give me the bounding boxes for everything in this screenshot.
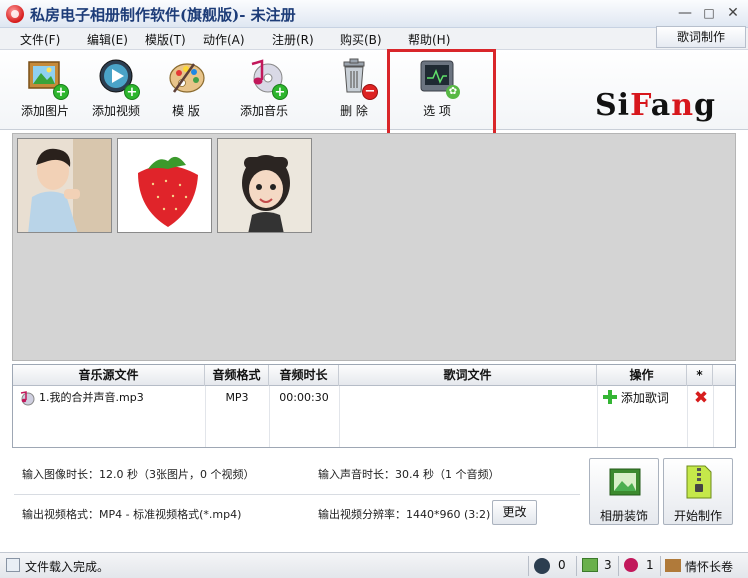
title-bar: 私房电子相册制作软件(旗舰版)- 未注册 — □ ✕ xyxy=(0,0,748,28)
header-action[interactable]: 操作 xyxy=(597,365,687,386)
lyrics-maker-button[interactable]: 歌词制作 xyxy=(656,26,746,48)
menu-help[interactable]: 帮助(H) xyxy=(408,31,450,48)
music-table[interactable]: 音乐源文件 音频格式 音频时长 歌词文件 操作 * 1.我的合并声音.mp3 M… xyxy=(12,364,736,448)
maximize-button[interactable]: □ xyxy=(700,6,718,22)
minus-icon: − xyxy=(362,84,378,100)
album-decorate-button[interactable]: 相册装饰 xyxy=(589,458,659,525)
image-count-icon xyxy=(582,558,598,572)
add-image-button[interactable]: + 添加图片 xyxy=(5,56,85,124)
image-count: 3 xyxy=(604,558,612,572)
status-bar: 文件载入完成。 0 3 1 情怀长卷 xyxy=(0,552,748,578)
options-highlight-box xyxy=(387,49,496,136)
menu-buy[interactable]: 购买(B) xyxy=(340,31,382,48)
plus-icon: + xyxy=(53,84,69,100)
plus-icon xyxy=(603,390,617,404)
template-name: 情怀长卷 xyxy=(685,560,734,574)
menu-edit[interactable]: 编辑(E) xyxy=(87,31,128,48)
add-music-icon: + xyxy=(246,58,288,100)
header-lyrics-file[interactable]: 歌词文件 xyxy=(339,365,597,386)
delete-label: 删 除 xyxy=(340,104,368,118)
close-button[interactable]: ✕ xyxy=(724,6,742,22)
delete-button[interactable]: − 删 除 xyxy=(314,56,394,124)
template-button[interactable]: 模 版 xyxy=(146,56,226,124)
image-duration-info: 输入图像时长：12.0 秒（3张图片，0 个视频） xyxy=(22,468,255,481)
photo-thumbnail[interactable] xyxy=(217,138,312,233)
header-source-file[interactable]: 音乐源文件 xyxy=(13,365,205,386)
menu-bar: 文件(F) 编辑(E) 模版(T) 动作(A) 注册(R) 购买(B) 帮助(H… xyxy=(0,28,748,50)
album-decorate-label: 相册装饰 xyxy=(599,509,648,523)
start-making-label: 开始制作 xyxy=(673,509,722,523)
menu-action[interactable]: 动作(A) xyxy=(203,31,245,48)
video-count-icon xyxy=(534,558,550,574)
header-audio-format[interactable]: 音频格式 xyxy=(205,365,269,386)
sifang-logo: SiFang xyxy=(595,88,716,123)
audio-count-icon xyxy=(624,558,638,572)
music-file-name: 1.我的合并声音.mp3 xyxy=(39,391,144,404)
video-resolution-info: 输出视频分辨率：1440*960 (3:2) xyxy=(318,508,491,521)
audio-count: 1 xyxy=(646,558,654,572)
zip-icon xyxy=(681,464,717,500)
add-video-label: 添加视频 xyxy=(91,104,140,118)
music-table-header: 音乐源文件 音频格式 音频时长 歌词文件 操作 * xyxy=(13,365,735,386)
header-star[interactable]: * xyxy=(687,365,713,386)
add-music-label: 添加音乐 xyxy=(239,104,288,118)
menu-template[interactable]: 模版(T) xyxy=(145,31,186,48)
plus-icon: + xyxy=(272,84,288,100)
photo-area[interactable] xyxy=(12,133,736,361)
menu-register[interactable]: 注册(R) xyxy=(272,31,314,48)
template-label: 模 版 xyxy=(172,104,200,118)
change-resolution-button[interactable]: 更改 xyxy=(492,500,537,525)
status-icon xyxy=(6,558,20,572)
minimize-button[interactable]: — xyxy=(676,6,694,22)
video-count: 0 xyxy=(558,558,566,572)
music-file-icon xyxy=(19,387,37,409)
plus-icon: + xyxy=(124,84,140,100)
music-lyrics xyxy=(339,387,597,409)
video-format-info: 输出视频格式：MP4 - 标准视频格式(*.mp4) xyxy=(22,508,242,521)
start-making-button[interactable]: 开始制作 xyxy=(663,458,733,525)
add-image-icon: + xyxy=(27,58,69,100)
music-duration: 00:00:30 xyxy=(279,391,329,404)
app-icon xyxy=(6,5,24,23)
audio-duration-info: 输入声音时长：30.4 秒（1 个音频） xyxy=(318,468,500,481)
add-video-button[interactable]: + 添加视频 xyxy=(76,56,156,124)
palette-icon xyxy=(168,58,206,96)
delete-row-icon[interactable]: ✖ xyxy=(691,387,711,409)
add-image-label: 添加图片 xyxy=(20,104,69,118)
header-audio-duration[interactable]: 音频时长 xyxy=(269,365,339,386)
photo-thumbnail[interactable] xyxy=(17,138,112,233)
image-decorate-icon xyxy=(607,464,643,500)
menu-file[interactable]: 文件(F) xyxy=(20,31,60,48)
music-format: MP3 xyxy=(225,391,249,404)
status-message: 文件载入完成。 xyxy=(25,560,110,574)
add-lyrics-button[interactable]: 添加歌词 xyxy=(603,387,683,409)
template-icon xyxy=(665,559,681,572)
window-title: 私房电子相册制作软件(旗舰版)- 未注册 xyxy=(30,6,296,24)
add-video-icon: + xyxy=(98,58,140,100)
trash-icon: − xyxy=(336,58,378,100)
add-music-button[interactable]: + 添加音乐 xyxy=(224,56,304,124)
photo-thumbnail[interactable] xyxy=(117,138,212,233)
add-lyrics-label: 添加歌词 xyxy=(620,391,669,405)
